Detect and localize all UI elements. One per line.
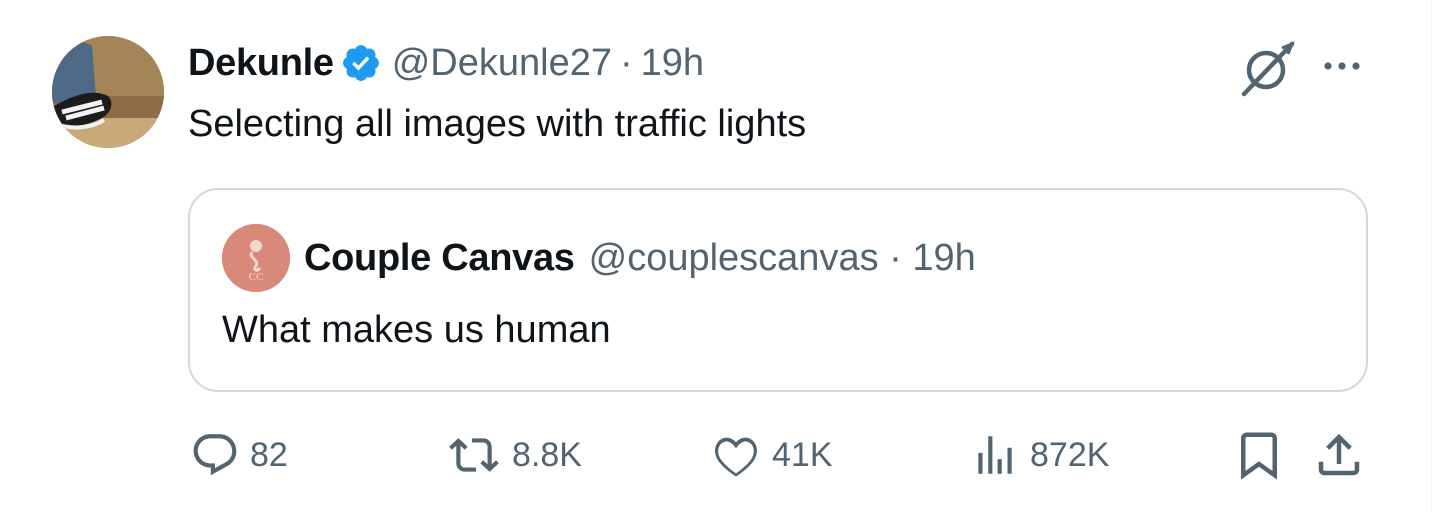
tweet-header: Dekunle @Dekunle27 · 19h (188, 40, 704, 86)
verified-badge-icon[interactable] (340, 42, 382, 84)
bookmark-icon (1241, 432, 1277, 480)
author-avatar[interactable] (52, 36, 164, 148)
quoted-display-name[interactable]: Couple Canvas (304, 237, 575, 280)
bookmark-button[interactable] (1232, 428, 1286, 482)
header-separator: · (620, 41, 633, 84)
repost-count: 8.8K (512, 435, 582, 474)
quoted-avatar-monogram: CC (249, 271, 264, 283)
like-count: 41K (772, 435, 833, 474)
like-icon (715, 437, 757, 477)
repost-icon (449, 438, 499, 472)
quoted-tweet-text: What makes us human (222, 309, 611, 351)
reply-button[interactable]: 82 (190, 428, 288, 482)
share-icon (1318, 433, 1360, 476)
author-avatar-image (52, 36, 164, 148)
tweet-card[interactable]: Dekunle @Dekunle27 · 19h Selecting all i… (0, 0, 1432, 512)
grok-icon[interactable] (1238, 38, 1298, 98)
views-icon (978, 436, 1012, 474)
share-button[interactable] (1312, 428, 1366, 482)
tweet-text: Selecting all images with traffic lights (188, 103, 807, 145)
tweet-timestamp[interactable]: 19h (641, 42, 704, 85)
quoted-handle-time[interactable]: @couplescanvas · 19h (589, 237, 976, 280)
reply-icon (193, 434, 237, 476)
views-button[interactable]: 872K (970, 428, 1109, 482)
quoted-author-avatar[interactable]: CC (222, 224, 290, 292)
repost-button[interactable]: 8.8K (446, 428, 582, 482)
like-button[interactable]: 41K (710, 428, 833, 482)
author-display-name[interactable]: Dekunle (188, 42, 334, 85)
quoted-header: Couple Canvas @couplescanvas · 19h (304, 234, 976, 282)
reply-count: 82 (250, 435, 288, 474)
more-options-icon[interactable] (1318, 48, 1366, 84)
quoted-tweet[interactable]: CC Couple Canvas @couplescanvas · 19h Wh… (188, 188, 1368, 392)
views-count: 872K (1030, 435, 1110, 474)
author-handle[interactable]: @Dekunle27 (392, 42, 612, 85)
